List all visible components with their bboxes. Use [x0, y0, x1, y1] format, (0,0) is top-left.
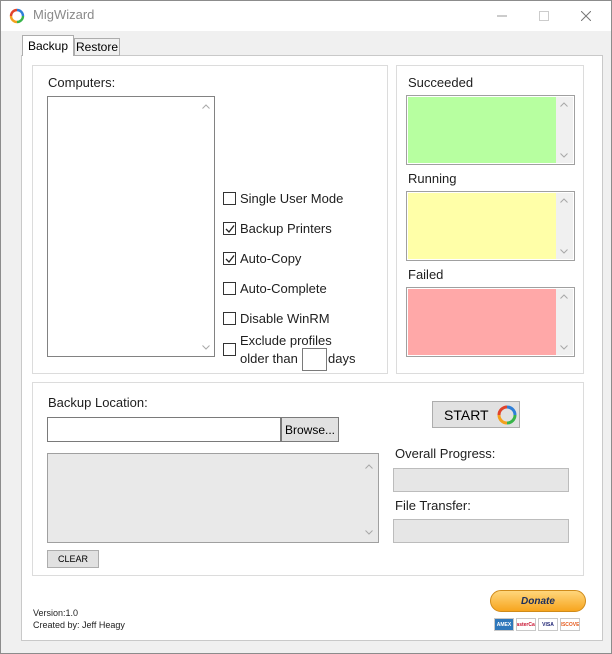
maximize-button[interactable]: [521, 1, 567, 30]
payment-cards: AMEX MasterCard VISA DISCOVER: [494, 618, 580, 631]
chevron-up-icon: [560, 294, 568, 299]
running-scrollbar[interactable]: [556, 193, 573, 259]
auto-complete-label: Auto-Complete: [240, 281, 327, 296]
backup-log[interactable]: [47, 453, 379, 543]
chevron-down-icon: [202, 344, 210, 350]
clear-button[interactable]: CLEAR: [47, 550, 99, 568]
exclude-profiles-label: Exclude profiles: [240, 333, 332, 348]
disable-winrm-label: Disable WinRM: [240, 311, 330, 326]
created-by-label: Created by: Jeff Heagy: [33, 620, 125, 630]
main-window: MigWizard Backup Restore Computers: Sing…: [0, 0, 612, 654]
computers-scroll-down[interactable]: [200, 342, 212, 352]
succeeded-list-area: [408, 97, 556, 163]
file-transfer-progress-bar: [393, 519, 569, 543]
version-label: Version:1.0: [33, 608, 79, 618]
chevron-up-icon: [202, 103, 210, 109]
window-title: MigWizard: [33, 7, 95, 22]
browse-button[interactable]: Browse...: [281, 417, 339, 442]
failed-scrollbar[interactable]: [556, 289, 573, 355]
single-user-mode-label: Single User Mode: [240, 191, 344, 206]
close-button[interactable]: [563, 1, 609, 30]
chevron-down-icon: [365, 530, 373, 535]
maximize-icon: [539, 10, 549, 21]
running-list[interactable]: [406, 191, 575, 261]
backup-printers-option[interactable]: Backup Printers: [223, 221, 332, 236]
start-button-label: START: [444, 406, 489, 423]
days-label: days: [328, 351, 356, 366]
tab-restore[interactable]: Restore: [74, 38, 120, 56]
visa-card-icon: VISA: [538, 618, 558, 631]
minimize-button[interactable]: [479, 1, 525, 30]
disable-winrm-option[interactable]: Disable WinRM: [223, 311, 330, 326]
overall-progress-bar: [393, 468, 569, 492]
auto-copy-label: Auto-Copy: [240, 251, 302, 266]
chevron-down-icon: [560, 249, 568, 254]
chevron-down-icon: [560, 153, 568, 158]
refresh-icon: [497, 405, 517, 424]
failed-list-area: [408, 289, 556, 355]
file-transfer-label: File Transfer:: [395, 498, 471, 513]
donate-button[interactable]: Donate: [490, 590, 586, 612]
computers-scroll-up[interactable]: [200, 101, 212, 111]
start-button[interactable]: START: [432, 401, 520, 428]
single-user-mode-checkbox[interactable]: [223, 192, 236, 205]
profile-age-days-input[interactable]: [302, 348, 327, 371]
backup-printers-checkbox[interactable]: [223, 222, 236, 235]
disable-winrm-checkbox[interactable]: [223, 312, 236, 325]
backup-location-input[interactable]: [47, 417, 281, 442]
single-user-mode-option[interactable]: Single User Mode: [223, 191, 343, 206]
older-than-label: older than: [240, 351, 298, 366]
chevron-down-icon: [560, 345, 568, 350]
exclude-profiles-checkbox[interactable]: [223, 343, 236, 356]
failed-list[interactable]: [406, 287, 575, 357]
succeeded-list[interactable]: [406, 95, 575, 165]
amex-card-icon: AMEX: [494, 618, 514, 631]
auto-copy-checkbox[interactable]: [223, 252, 236, 265]
close-icon: [581, 10, 591, 21]
backup-printers-label: Backup Printers: [240, 221, 332, 236]
checkmark-icon: [225, 254, 235, 263]
chevron-up-icon: [560, 102, 568, 107]
chevron-up-icon: [365, 464, 373, 469]
title-bar: MigWizard: [1, 1, 611, 31]
app-logo-icon: [9, 8, 25, 24]
computers-list[interactable]: [47, 96, 215, 357]
exclude-profiles-option[interactable]: [223, 343, 240, 356]
discover-card-icon: DISCOVER: [560, 618, 580, 631]
backup-location-label: Backup Location:: [48, 395, 148, 410]
auto-copy-option[interactable]: Auto-Copy: [223, 251, 301, 266]
minimize-icon: [497, 15, 507, 16]
tab-backup[interactable]: Backup: [22, 35, 74, 56]
succeeded-scrollbar[interactable]: [556, 97, 573, 163]
running-label: Running: [408, 171, 457, 186]
running-list-area: [408, 193, 556, 259]
checkmark-icon: [225, 224, 235, 233]
mastercard-icon: MasterCard: [516, 618, 536, 631]
computers-label: Computers:: [48, 75, 116, 90]
failed-label: Failed: [408, 267, 444, 282]
chevron-up-icon: [560, 198, 568, 203]
auto-complete-option[interactable]: Auto-Complete: [223, 281, 327, 296]
succeeded-label: Succeeded: [408, 75, 474, 90]
overall-progress-label: Overall Progress:: [395, 446, 496, 461]
auto-complete-checkbox[interactable]: [223, 282, 236, 295]
